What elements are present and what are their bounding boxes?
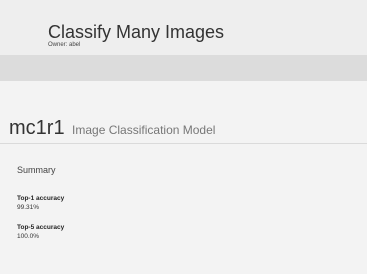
metric-value: 99.31% xyxy=(17,204,40,211)
summary-title: Summary xyxy=(17,165,56,175)
toolbar-strip xyxy=(0,55,367,81)
divider xyxy=(0,143,367,144)
model-heading: mc1r1 Image Classification Model xyxy=(9,116,215,142)
metric-label: Top-1 accuracy xyxy=(17,195,65,202)
metric-top5: Top-5 accuracy 100.0% xyxy=(17,224,64,241)
owner-label: Owner: abel xyxy=(48,42,81,48)
model-name: mc1r1 xyxy=(9,117,65,139)
metric-top1: Top-1 accuracy 99.31% xyxy=(17,195,64,212)
metric-value: 100.0% xyxy=(17,233,40,240)
page-header: Classify Many Images Owner: abel xyxy=(0,0,367,55)
model-type: Image Classification Model xyxy=(72,123,216,137)
main-panel xyxy=(0,81,367,274)
metric-label: Top-5 accuracy xyxy=(17,224,65,231)
app-title: Classify Many Images xyxy=(48,22,225,42)
